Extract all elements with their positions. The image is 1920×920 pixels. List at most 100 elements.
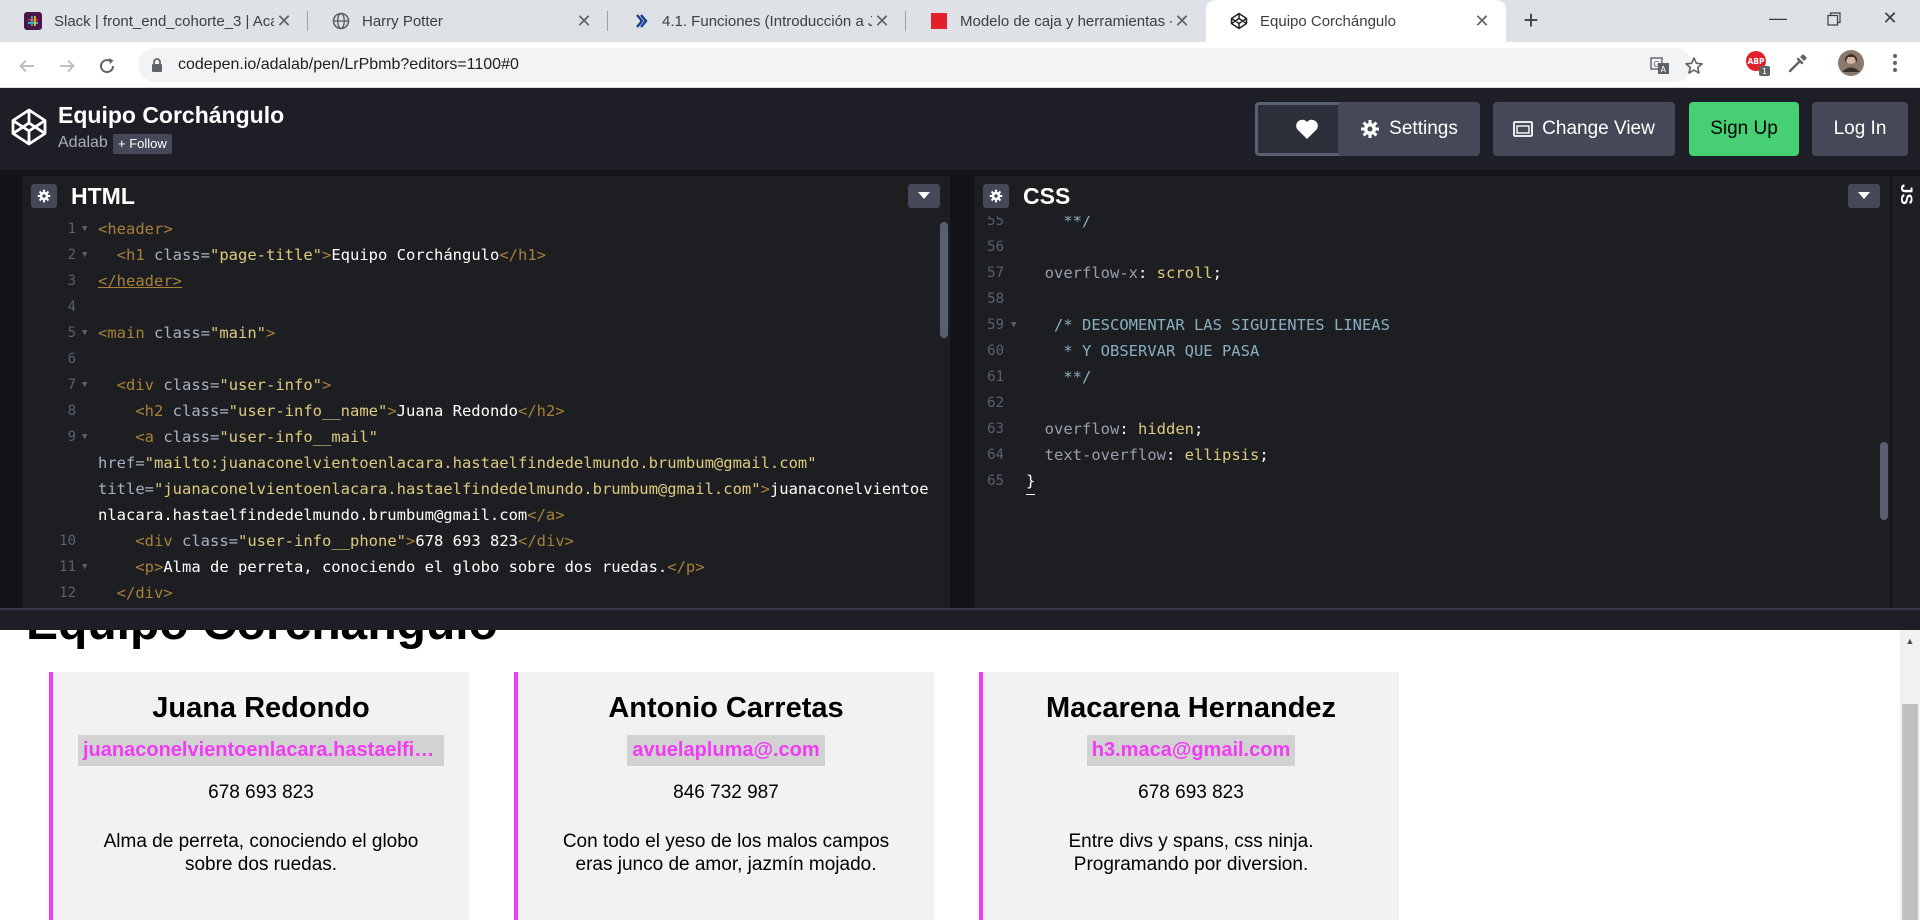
codepen-logo-icon[interactable]: [10, 108, 48, 151]
restore-button[interactable]: [1806, 0, 1862, 36]
tab-slack[interactable]: Slack | front_end_cohorte_3 | Aca ✕: [0, 0, 308, 42]
preview-scrollbar[interactable]: ▲: [1900, 630, 1920, 920]
html-editor-scrollbar[interactable]: [940, 222, 948, 338]
profile-avatar[interactable]: [1836, 48, 1866, 78]
editors-area: HTML 1 ▼ <header> 2 ▼ <h1 class="page-title…: [0, 170, 1920, 608]
gear-icon: [37, 189, 51, 203]
tab-equipo-corchangulo[interactable]: Equipo Corchángulo ✕: [1206, 0, 1506, 42]
forward-button[interactable]: [52, 50, 82, 80]
line-number: 1: [67, 221, 76, 237]
log-in-label: Log In: [1833, 118, 1887, 139]
user-mail-link[interactable]: h3.maca@gmail.com: [1086, 735, 1296, 766]
css-code-editor[interactable]: 55 **/ 56 57 overflow-x: scroll; 58 59 ▼ …: [974, 216, 1890, 608]
settings-label: Settings: [1389, 118, 1458, 139]
back-button[interactable]: [12, 50, 42, 80]
settings-button[interactable]: Settings: [1338, 102, 1480, 156]
browser-tab-strip: Slack | front_end_cohorte_3 | Aca ✕ Harr…: [0, 0, 1920, 42]
css-panel-menu-button[interactable]: [1848, 184, 1880, 208]
extension-label: ABP: [1747, 57, 1765, 66]
line-number: 57: [987, 265, 1004, 281]
browser-menu-icon[interactable]: [1880, 48, 1910, 78]
chevron-down-icon: [918, 192, 930, 199]
user-mail-link[interactable]: avuelapluma@.com: [627, 735, 825, 766]
css-settings-button[interactable]: [983, 184, 1009, 208]
fold-marker-icon[interactable]: ▼: [82, 424, 87, 450]
line-number: 55: [987, 216, 1004, 229]
fold-marker-icon[interactable]: ▼: [82, 554, 87, 580]
address-bar: codepen.io/adalab/pen/LrPbmb?editors=110…: [0, 42, 1920, 88]
line-number: 5: [67, 325, 76, 341]
close-tab-icon[interactable]: ✕: [1472, 11, 1492, 32]
html-settings-button[interactable]: [31, 184, 57, 208]
close-tab-icon[interactable]: ✕: [574, 11, 594, 32]
css-panel-header: CSS: [974, 176, 1890, 216]
fold-marker-icon[interactable]: ▼: [82, 242, 87, 268]
fold-marker-icon[interactable]: ▼: [1011, 312, 1016, 338]
css-editor-scrollbar[interactable]: [1880, 442, 1888, 520]
line-number: 4: [67, 299, 76, 315]
line-number: 3: [67, 273, 76, 289]
scrollbar-thumb[interactable]: [1902, 704, 1918, 920]
bookmark-star-icon[interactable]: [1684, 56, 1704, 76]
eyedropper-extension-icon[interactable]: [1782, 48, 1812, 78]
pen-owner-link[interactable]: Adalab: [58, 134, 108, 152]
log-in-button[interactable]: Log In: [1812, 102, 1908, 156]
tab-title: Modelo de caja y herramientas -: [960, 12, 1172, 30]
user-description: Entre divs y spans, css ninja. Programan…: [1068, 831, 1314, 875]
user-phone: 678 693 823: [208, 782, 314, 803]
fold-marker-icon[interactable]: ▼: [82, 320, 87, 346]
user-phone: 846 732 987: [673, 782, 779, 803]
extension-badge: 1: [1762, 67, 1767, 76]
line-number: 6: [67, 351, 76, 367]
html-code-editor[interactable]: 1 ▼ <header> 2 ▼ <h1 class="page-title">Equ…: [22, 216, 950, 608]
gear-icon: [1361, 120, 1380, 138]
line-number: 65: [987, 473, 1004, 489]
close-tab-icon[interactable]: ✕: [1172, 11, 1192, 32]
chevron-down-icon: [1858, 192, 1870, 199]
html-panel-header: HTML: [22, 176, 950, 216]
red-square-icon: [930, 12, 948, 30]
tab-title: Equipo Corchángulo: [1260, 12, 1396, 30]
follow-button[interactable]: + Follow: [113, 134, 172, 154]
sign-up-button[interactable]: Sign Up: [1689, 102, 1799, 156]
translate-icon[interactable]: GA: [1650, 56, 1670, 76]
result-preview: Equipo Corchángulo Juana Redondo juanaco…: [0, 630, 1920, 920]
js-panel-collapsed[interactable]: JS: [1892, 176, 1920, 608]
close-window-button[interactable]: ✕: [1862, 0, 1918, 36]
url-text: codepen.io/adalab/pen/LrPbmb?editors=110…: [178, 56, 519, 73]
adblock-extension-icon[interactable]: ABP 1: [1742, 48, 1772, 78]
html-panel-menu-button[interactable]: [908, 184, 940, 208]
tab-title: Slack | front_end_cohorte_3 | Aca: [54, 12, 274, 30]
line-number: 56: [987, 239, 1004, 255]
reload-button[interactable]: [92, 50, 122, 80]
forward-arrow-icon: [60, 59, 75, 73]
line-number: 61: [987, 369, 1004, 385]
user-card: Juana Redondo juanaconelvientoenlacara.h…: [49, 672, 469, 920]
globe-icon: [332, 12, 350, 30]
fold-marker-icon[interactable]: ▼: [82, 216, 87, 242]
line-number: 8: [67, 403, 76, 419]
user-description: Con todo el yeso de los malos campos era…: [562, 831, 890, 875]
minimize-button[interactable]: —: [1750, 0, 1806, 36]
fold-marker-icon[interactable]: ▼: [82, 372, 87, 398]
close-tab-icon[interactable]: ✕: [872, 11, 892, 32]
tab-funciones[interactable]: 4.1. Funciones (Introducción a Jav ✕: [608, 0, 906, 42]
change-view-label: Change View: [1542, 118, 1655, 139]
line-number: 9: [67, 429, 76, 445]
url-field[interactable]: codepen.io/adalab/pen/LrPbmb?editors=110…: [138, 48, 1703, 82]
gear-icon: [989, 189, 1003, 203]
scroll-up-arrow-icon[interactable]: ▲: [1900, 636, 1920, 646]
user-mail-link[interactable]: juanaconelvientoenlacara.hastaelfindedel…: [78, 735, 444, 766]
user-card: Macarena Hernandez h3.maca@gmail.com 678…: [979, 672, 1399, 920]
sign-up-label: Sign Up: [1710, 118, 1778, 139]
change-view-button[interactable]: Change View: [1493, 102, 1675, 156]
close-tab-icon[interactable]: ✕: [274, 11, 294, 32]
new-tab-button[interactable]: +: [1516, 6, 1546, 36]
tab-modelo-de-caja[interactable]: Modelo de caja y herramientas - ✕: [906, 0, 1206, 42]
pen-title[interactable]: Equipo Corchángulo: [58, 102, 284, 129]
lock-icon: [150, 57, 164, 78]
tab-harry-potter[interactable]: Harry Potter ✕: [308, 0, 608, 42]
user-description: Alma de perreta, conociendo el globo sob…: [103, 831, 419, 875]
css-panel-title: CSS: [1023, 182, 1071, 209]
editor-resize-handle[interactable]: [0, 608, 1920, 630]
